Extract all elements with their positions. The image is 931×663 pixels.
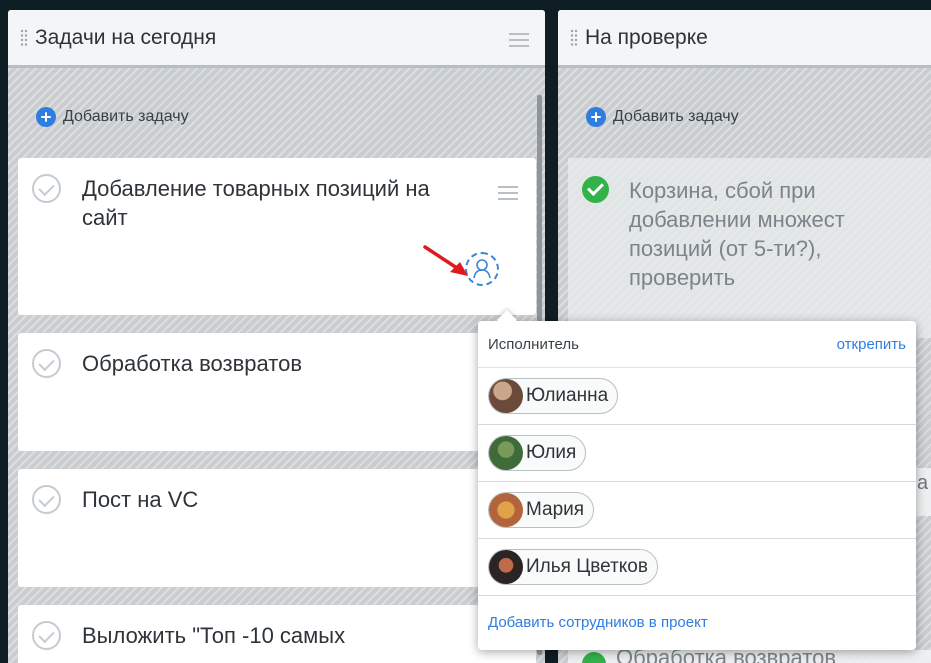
column-header: Задачи на сегодня	[8, 10, 545, 68]
user-icon	[473, 259, 491, 279]
task-card[interactable]: Пост на VC	[18, 469, 536, 587]
person-chip[interactable]: Мария	[488, 492, 595, 528]
complete-check-icon[interactable]	[32, 485, 61, 514]
avatar	[489, 493, 523, 527]
unpin-link[interactable]: открепить	[837, 336, 906, 353]
task-card[interactable]: Обработка возвратов	[18, 333, 536, 451]
annotation-arrow-icon	[423, 245, 468, 276]
person-name: Илья Цветков	[526, 556, 648, 577]
person-row[interactable]: Юлианна	[478, 368, 916, 425]
task-title: Пост на VC	[82, 487, 199, 512]
task-card[interactable]: Добавление товарных позиций на сайт	[18, 158, 536, 315]
task-title: Добавление товарных позиций на сайт	[82, 176, 430, 230]
add-task-button[interactable]: Добавить задачу	[586, 107, 739, 127]
plus-circle-icon	[36, 107, 56, 127]
complete-check-icon[interactable]	[32, 621, 61, 650]
column-menu-icon[interactable]	[509, 33, 529, 52]
column-title: На проверке	[585, 25, 708, 49]
person-name: Мария	[526, 499, 585, 520]
column-title: Задачи на сегодня	[35, 25, 217, 49]
person-chip[interactable]: Илья Цветков	[488, 549, 658, 585]
avatar	[489, 436, 523, 470]
popup-header: Исполнитель открепить	[478, 321, 916, 368]
task-title: Обработка возвратов	[82, 351, 303, 376]
person-chip[interactable]: Юлия	[488, 435, 587, 471]
task-card[interactable]: Выложить "Топ -10 самых	[18, 605, 536, 663]
plus-circle-icon	[586, 107, 606, 127]
popup-label: Исполнитель	[488, 335, 579, 353]
person-row[interactable]: Юлия	[478, 425, 916, 482]
card-menu-icon[interactable]	[498, 186, 518, 205]
person-chip[interactable]: Юлианна	[488, 378, 619, 414]
assignee-popup: Исполнитель открепить Юлианна Юлия Мария…	[478, 321, 916, 650]
avatar	[489, 379, 523, 413]
avatar	[489, 550, 523, 584]
add-task-label: Добавить задачу	[63, 108, 189, 125]
complete-check-icon[interactable]	[32, 174, 61, 203]
person-row[interactable]: Мария	[478, 482, 916, 539]
task-title: Корзина, сбой при добавлении множест поз…	[629, 178, 845, 290]
add-task-button[interactable]: Добавить задачу	[36, 107, 189, 127]
drag-handle-icon[interactable]	[20, 29, 28, 47]
complete-check-icon[interactable]	[32, 349, 61, 378]
column-header: На проверке	[558, 10, 931, 68]
add-staff-link[interactable]: Добавить сотрудников в проект	[478, 596, 916, 649]
add-task-label: Добавить задачу	[613, 108, 739, 125]
person-row[interactable]: Илья Цветков	[478, 539, 916, 596]
person-name: Юлия	[526, 442, 577, 463]
assignee-button[interactable]	[465, 252, 499, 286]
drag-handle-icon[interactable]	[570, 29, 578, 47]
task-title: Выложить "Топ -10 самых	[82, 623, 346, 648]
task-title-fragment: а	[917, 472, 929, 494]
done-check-icon[interactable]	[582, 176, 609, 203]
person-name: Юлианна	[526, 385, 609, 406]
